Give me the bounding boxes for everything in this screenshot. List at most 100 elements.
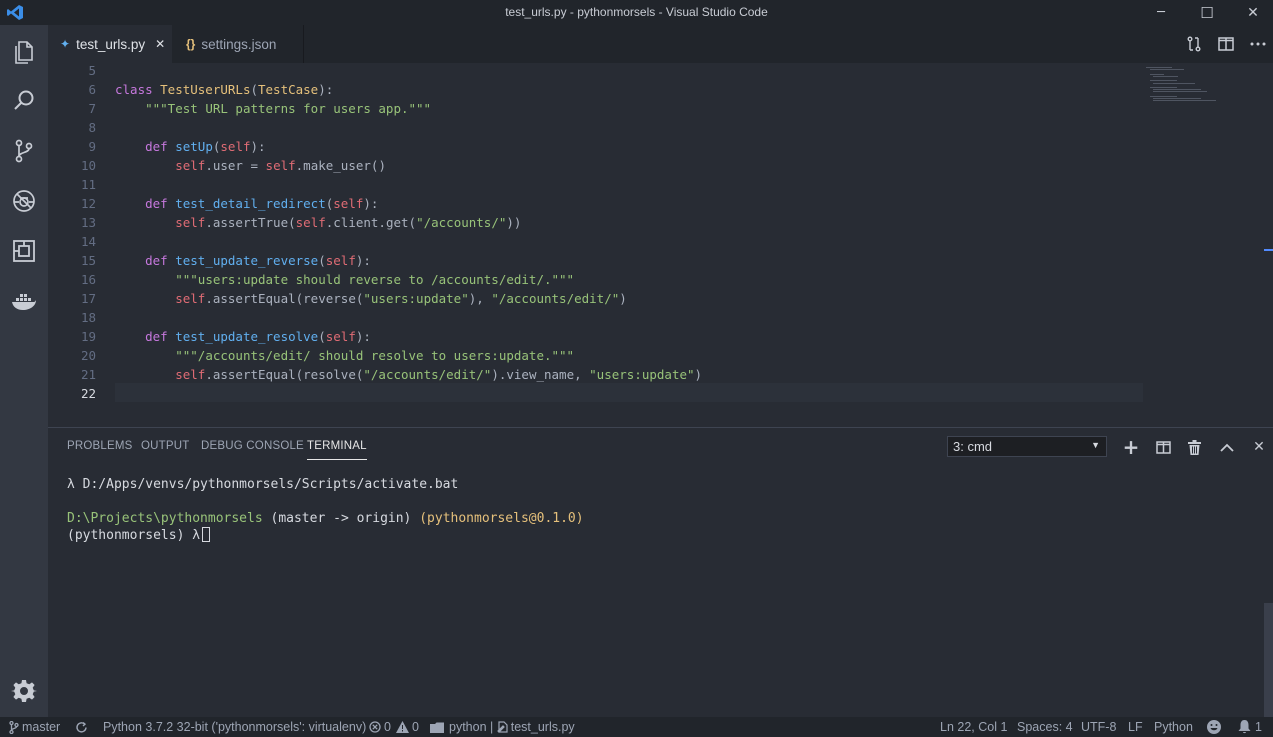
- docker-icon: [12, 294, 36, 310]
- more-actions-button[interactable]: [1242, 25, 1273, 63]
- terminal-branch: (master -> origin): [270, 511, 412, 526]
- code-line[interactable]: self.assertEqual(reverse("users:update")…: [115, 289, 627, 308]
- search-icon: [14, 90, 34, 110]
- terminal-line: λ D:/Apps/venvs/pythonmorsels/Scripts/ac…: [67, 477, 459, 492]
- activity-debug[interactable]: [0, 177, 48, 225]
- line-number: 18: [80, 310, 96, 325]
- code-line[interactable]: def test_update_reverse(self):: [115, 251, 371, 270]
- minimap-line: [1153, 82, 1195, 84]
- tab-test-urls[interactable]: ✦ test_urls.py ✕: [48, 25, 172, 63]
- code-line[interactable]: self.user = self.make_user(): [115, 156, 386, 175]
- code-line[interactable]: """/accounts/edit/ should resolve to use…: [115, 346, 574, 365]
- json-file-icon: {}: [186, 37, 196, 51]
- code-token: "/accounts/": [416, 215, 507, 230]
- code-line[interactable]: def setUp(self):: [115, 137, 265, 156]
- tab-debug-console[interactable]: DEBUG CONSOLE: [201, 440, 304, 452]
- branch-status[interactable]: master: [9, 719, 60, 735]
- minimap-line: [1149, 87, 1177, 88]
- error-count: 0: [384, 720, 391, 734]
- close-window-button[interactable]: ✕: [1230, 0, 1273, 25]
- tab-close-icon[interactable]: ✕: [155, 37, 165, 51]
- activity-explorer[interactable]: [0, 27, 48, 75]
- ellipsis-icon: [1250, 42, 1266, 46]
- encoding[interactable]: UTF-8: [1081, 719, 1116, 735]
- smiley-icon: [1207, 720, 1221, 734]
- terminal-status[interactable]: python | test_urls.py: [430, 719, 575, 735]
- code-line[interactable]: class TestUserURLs(TestCase):: [115, 80, 333, 99]
- terminal-prompt-line[interactable]: (pythonmorsels) λ: [67, 527, 211, 544]
- code-token: def: [145, 329, 176, 344]
- line-ending[interactable]: LF: [1128, 719, 1143, 735]
- python-interpreter[interactable]: Python 3.7.2 32-bit ('pythonmorsels': vi…: [103, 719, 366, 735]
- code-token: """Test URL patterns for users app.""": [145, 101, 432, 116]
- notifications-button[interactable]: 1: [1238, 719, 1262, 735]
- cursor-position[interactable]: Ln 22, Col 1: [940, 719, 1007, 735]
- error-icon: [369, 721, 381, 733]
- activity-docker[interactable]: [0, 277, 48, 325]
- terminal-prompt: (pythonmorsels) λ: [67, 528, 201, 543]
- minimize-button[interactable]: ─: [1138, 0, 1184, 25]
- split-terminal-button[interactable]: [1152, 436, 1174, 458]
- warning-count: 0: [411, 720, 419, 734]
- split-editor-button[interactable]: [1210, 25, 1242, 63]
- minimap-line: [1149, 95, 1177, 97]
- terminal-scrollbar[interactable]: [1264, 603, 1273, 718]
- terminal-select[interactable]: 3: cmd ▼: [947, 436, 1107, 457]
- activity-extensions[interactable]: [0, 227, 48, 275]
- code-token: """/accounts/edit/ should resolve to use…: [175, 348, 575, 363]
- code-token: .assertEqual(reverse(: [205, 291, 364, 306]
- minimap-line: [1153, 89, 1201, 91]
- activity-source-control[interactable]: [0, 127, 48, 175]
- tab-problems[interactable]: PROBLEMS: [67, 440, 133, 452]
- code-token: self: [325, 329, 356, 344]
- tab-terminal[interactable]: TERMINAL: [307, 440, 367, 460]
- kill-terminal-button[interactable]: [1183, 436, 1205, 458]
- source-control-icon: [15, 139, 33, 163]
- code-editor[interactable]: 5 6 7 8 9 10 11 12 13 14 15 16 17 18 19 20 21 22 class Te…: [48, 63, 1273, 427]
- close-panel-button[interactable]: ✕: [1248, 436, 1270, 458]
- minimap-line: [1153, 100, 1217, 102]
- bottom-panel: PROBLEMS OUTPUT DEBUG CONSOLE TERMINAL 3…: [48, 427, 1273, 718]
- code-token: "/accounts/edit/": [491, 291, 620, 306]
- split-icon: [1218, 37, 1234, 51]
- tab-output[interactable]: OUTPUT: [141, 440, 189, 452]
- minimap-line: [1146, 67, 1173, 69]
- bell-icon: [1238, 720, 1251, 734]
- code-token: self: [325, 253, 356, 268]
- code-line[interactable]: self.assertTrue(self.client.get("/accoun…: [115, 213, 521, 232]
- code-token: def: [145, 139, 176, 154]
- trash-icon: [1187, 439, 1201, 455]
- line-number: 22: [80, 386, 96, 401]
- minimap[interactable]: [1143, 63, 1273, 427]
- editor-tabs: ✦ test_urls.py ✕ {} settings.json: [48, 25, 1273, 63]
- sync-button[interactable]: [75, 719, 91, 735]
- code-token: self: [175, 367, 206, 382]
- feedback-button[interactable]: [1207, 719, 1224, 735]
- code-token: .user =: [205, 158, 266, 173]
- tab-label: settings.json: [201, 36, 277, 52]
- maximize-panel-button[interactable]: [1216, 436, 1238, 458]
- tab-settings-json[interactable]: {} settings.json: [172, 25, 304, 63]
- maximize-button[interactable]: ☐: [1184, 0, 1230, 25]
- code-line[interactable]: """Test URL patterns for users app.""": [115, 99, 431, 118]
- code-line[interactable]: def test_detail_redirect(self):: [115, 194, 378, 213]
- code-line[interactable]: def test_update_resolve(self):: [115, 327, 371, 346]
- indentation[interactable]: Spaces: 4: [1017, 719, 1073, 735]
- problems-status[interactable]: 0 0: [369, 719, 419, 735]
- maximize-icon: ☐: [1200, 3, 1214, 22]
- code-token: ):: [355, 253, 371, 268]
- code-token: self: [333, 196, 364, 211]
- open-changes-button[interactable]: [1178, 25, 1210, 63]
- code-line[interactable]: """users:update should reverse to /accou…: [115, 270, 574, 289]
- new-terminal-button[interactable]: +: [1120, 435, 1142, 459]
- activity-settings[interactable]: [0, 667, 48, 715]
- code-token: self: [220, 139, 251, 154]
- language-mode[interactable]: Python: [1154, 719, 1193, 735]
- code-line[interactable]: self.assertEqual(resolve("/accounts/edit…: [115, 365, 702, 384]
- activity-search[interactable]: [0, 77, 48, 125]
- compare-changes-icon: [1187, 36, 1201, 52]
